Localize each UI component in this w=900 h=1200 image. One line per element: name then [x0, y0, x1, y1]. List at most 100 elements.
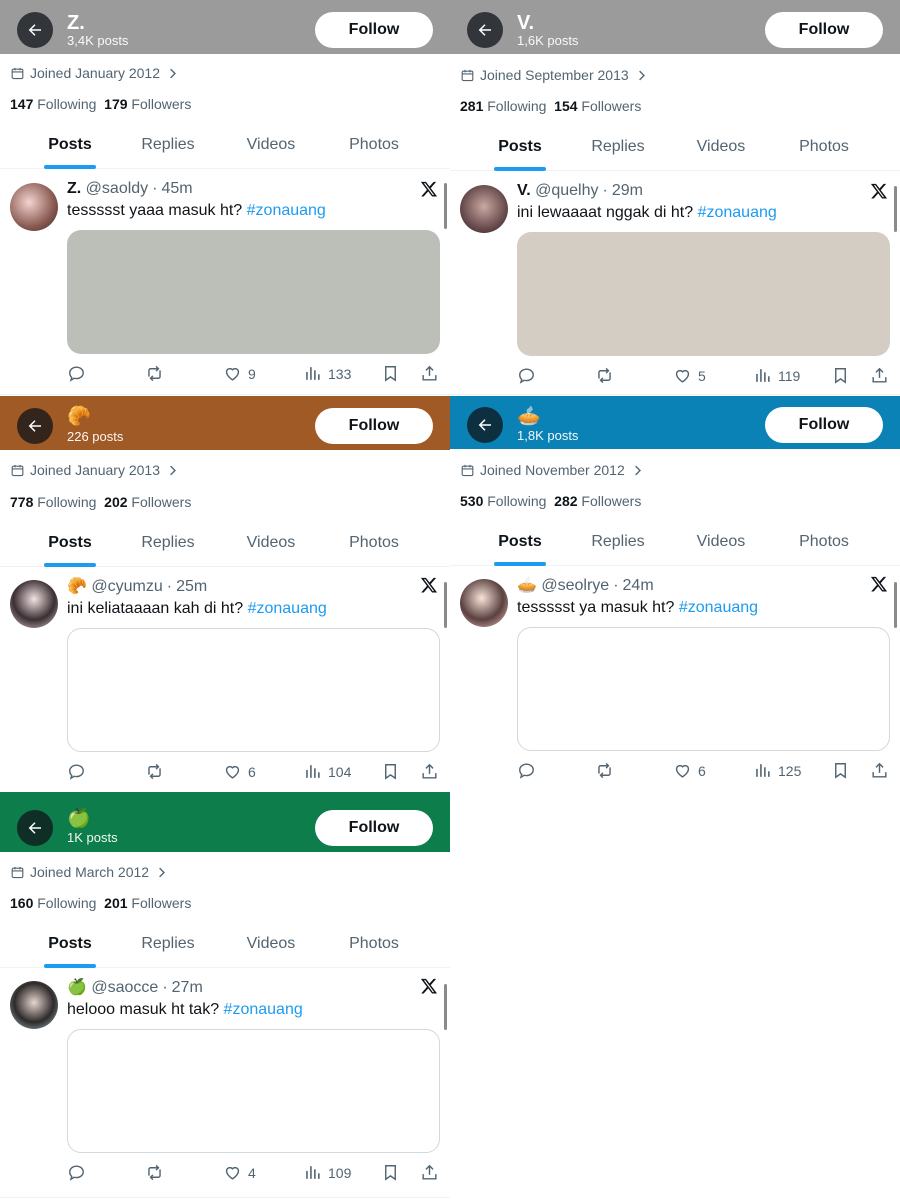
reply-button[interactable] — [517, 761, 536, 780]
like-button[interactable]: 4 — [223, 1163, 256, 1182]
post-time[interactable]: 24m — [623, 577, 654, 594]
post-author-handle[interactable]: @quelhy — [535, 182, 598, 199]
back-button[interactable] — [467, 407, 503, 443]
hashtag-link[interactable]: #zonauang — [224, 1001, 303, 1018]
views-button[interactable]: 125 — [753, 761, 801, 780]
joined-date[interactable]: Joined March 2012 — [10, 864, 169, 880]
views-button[interactable]: 133 — [303, 364, 351, 383]
post-author-handle[interactable]: @seolrye — [541, 577, 609, 594]
post-time[interactable]: 45m — [162, 180, 193, 197]
hashtag-link[interactable]: #zonauang — [247, 202, 326, 219]
scrollbar-thumb[interactable] — [444, 984, 447, 1030]
back-button[interactable] — [17, 408, 53, 444]
tab-photos[interactable]: Photos — [323, 520, 425, 566]
tab-posts[interactable]: Posts — [472, 519, 568, 565]
post-author-emoji[interactable]: 🥧 — [517, 577, 537, 594]
tab-videos[interactable]: Videos — [223, 520, 319, 566]
share-button[interactable] — [870, 761, 889, 780]
repost-button[interactable] — [145, 1163, 164, 1182]
following-link[interactable]: 281 Following — [460, 98, 546, 114]
follow-button[interactable]: Follow — [315, 12, 433, 48]
like-button[interactable]: 6 — [223, 762, 256, 781]
post-author-name[interactable]: V. — [517, 182, 531, 199]
avatar[interactable] — [460, 579, 508, 627]
bookmark-button[interactable] — [831, 761, 850, 780]
back-button[interactable] — [467, 12, 503, 48]
following-link[interactable]: 160 Following — [10, 895, 96, 911]
post-author-handle[interactable]: @cyumzu — [91, 578, 162, 595]
tab-posts[interactable]: Posts — [22, 122, 118, 168]
reply-button[interactable] — [67, 762, 86, 781]
hashtag-link[interactable]: #zonauang — [248, 600, 327, 617]
scrollbar-thumb[interactable] — [444, 183, 447, 229]
post-time[interactable]: 29m — [612, 182, 643, 199]
share-button[interactable] — [420, 1163, 439, 1182]
followers-link[interactable]: 179 Followers — [104, 96, 191, 112]
post-media[interactable] — [67, 230, 440, 354]
joined-date[interactable]: Joined January 2012 — [10, 65, 180, 81]
tab-replies[interactable]: Replies — [570, 124, 666, 170]
scrollbar-thumb[interactable] — [894, 186, 897, 232]
followers-link[interactable]: 282 Followers — [554, 493, 641, 509]
repost-button[interactable] — [145, 762, 164, 781]
scrollbar-thumb[interactable] — [894, 582, 897, 628]
follow-button[interactable]: Follow — [315, 810, 433, 846]
followers-link[interactable]: 154 Followers — [554, 98, 641, 114]
post-author-emoji[interactable]: 🍏 — [67, 979, 87, 996]
tab-posts[interactable]: Posts — [472, 124, 568, 170]
share-button[interactable] — [420, 762, 439, 781]
following-link[interactable]: 147 Following — [10, 96, 96, 112]
like-button[interactable]: 9 — [223, 364, 256, 383]
follow-button[interactable]: Follow — [315, 408, 433, 444]
views-button[interactable]: 109 — [303, 1163, 351, 1182]
post-author-handle[interactable]: @saocce — [91, 979, 158, 996]
tab-videos[interactable]: Videos — [673, 519, 769, 565]
reply-button[interactable] — [517, 366, 536, 385]
following-link[interactable]: 530 Following — [460, 493, 546, 509]
bookmark-button[interactable] — [831, 366, 850, 385]
views-button[interactable]: 104 — [303, 762, 351, 781]
post-time[interactable]: 25m — [176, 578, 207, 595]
bookmark-button[interactable] — [381, 762, 400, 781]
share-button[interactable] — [870, 366, 889, 385]
tab-replies[interactable]: Replies — [570, 519, 666, 565]
tab-photos[interactable]: Photos — [323, 122, 425, 168]
follow-button[interactable]: Follow — [765, 407, 883, 443]
tab-posts[interactable]: Posts — [22, 921, 118, 967]
tab-photos[interactable]: Photos — [773, 519, 875, 565]
post-author-name[interactable]: Z. — [67, 180, 81, 197]
tab-replies[interactable]: Replies — [120, 921, 216, 967]
reply-button[interactable] — [67, 364, 86, 383]
avatar[interactable] — [10, 183, 58, 231]
post-media[interactable] — [517, 627, 890, 751]
views-button[interactable]: 119 — [753, 366, 800, 385]
post-media[interactable] — [67, 1029, 440, 1153]
post-author-handle[interactable]: @saoldy — [86, 180, 149, 197]
repost-button[interactable] — [595, 761, 614, 780]
tab-videos[interactable]: Videos — [673, 124, 769, 170]
share-button[interactable] — [420, 364, 439, 383]
post-author-emoji[interactable]: 🥐 — [67, 578, 87, 595]
tab-photos[interactable]: Photos — [323, 921, 425, 967]
tab-videos[interactable]: Videos — [223, 122, 319, 168]
bookmark-button[interactable] — [381, 1163, 400, 1182]
scrollbar-thumb[interactable] — [444, 582, 447, 628]
post-media[interactable] — [517, 232, 890, 356]
back-button[interactable] — [17, 810, 53, 846]
joined-date[interactable]: Joined September 2013 — [460, 67, 649, 83]
followers-link[interactable]: 201 Followers — [104, 895, 191, 911]
joined-date[interactable]: Joined November 2012 — [460, 462, 645, 478]
joined-date[interactable]: Joined January 2013 — [10, 462, 180, 478]
tab-replies[interactable]: Replies — [120, 122, 216, 168]
post-time[interactable]: 27m — [172, 979, 203, 996]
following-link[interactable]: 778 Following — [10, 494, 96, 510]
repost-button[interactable] — [595, 366, 614, 385]
reply-button[interactable] — [67, 1163, 86, 1182]
avatar[interactable] — [10, 580, 58, 628]
avatar[interactable] — [460, 185, 508, 233]
like-button[interactable]: 6 — [673, 761, 706, 780]
followers-link[interactable]: 202 Followers — [104, 494, 191, 510]
tab-photos[interactable]: Photos — [773, 124, 875, 170]
bookmark-button[interactable] — [381, 364, 400, 383]
like-button[interactable]: 5 — [673, 366, 706, 385]
